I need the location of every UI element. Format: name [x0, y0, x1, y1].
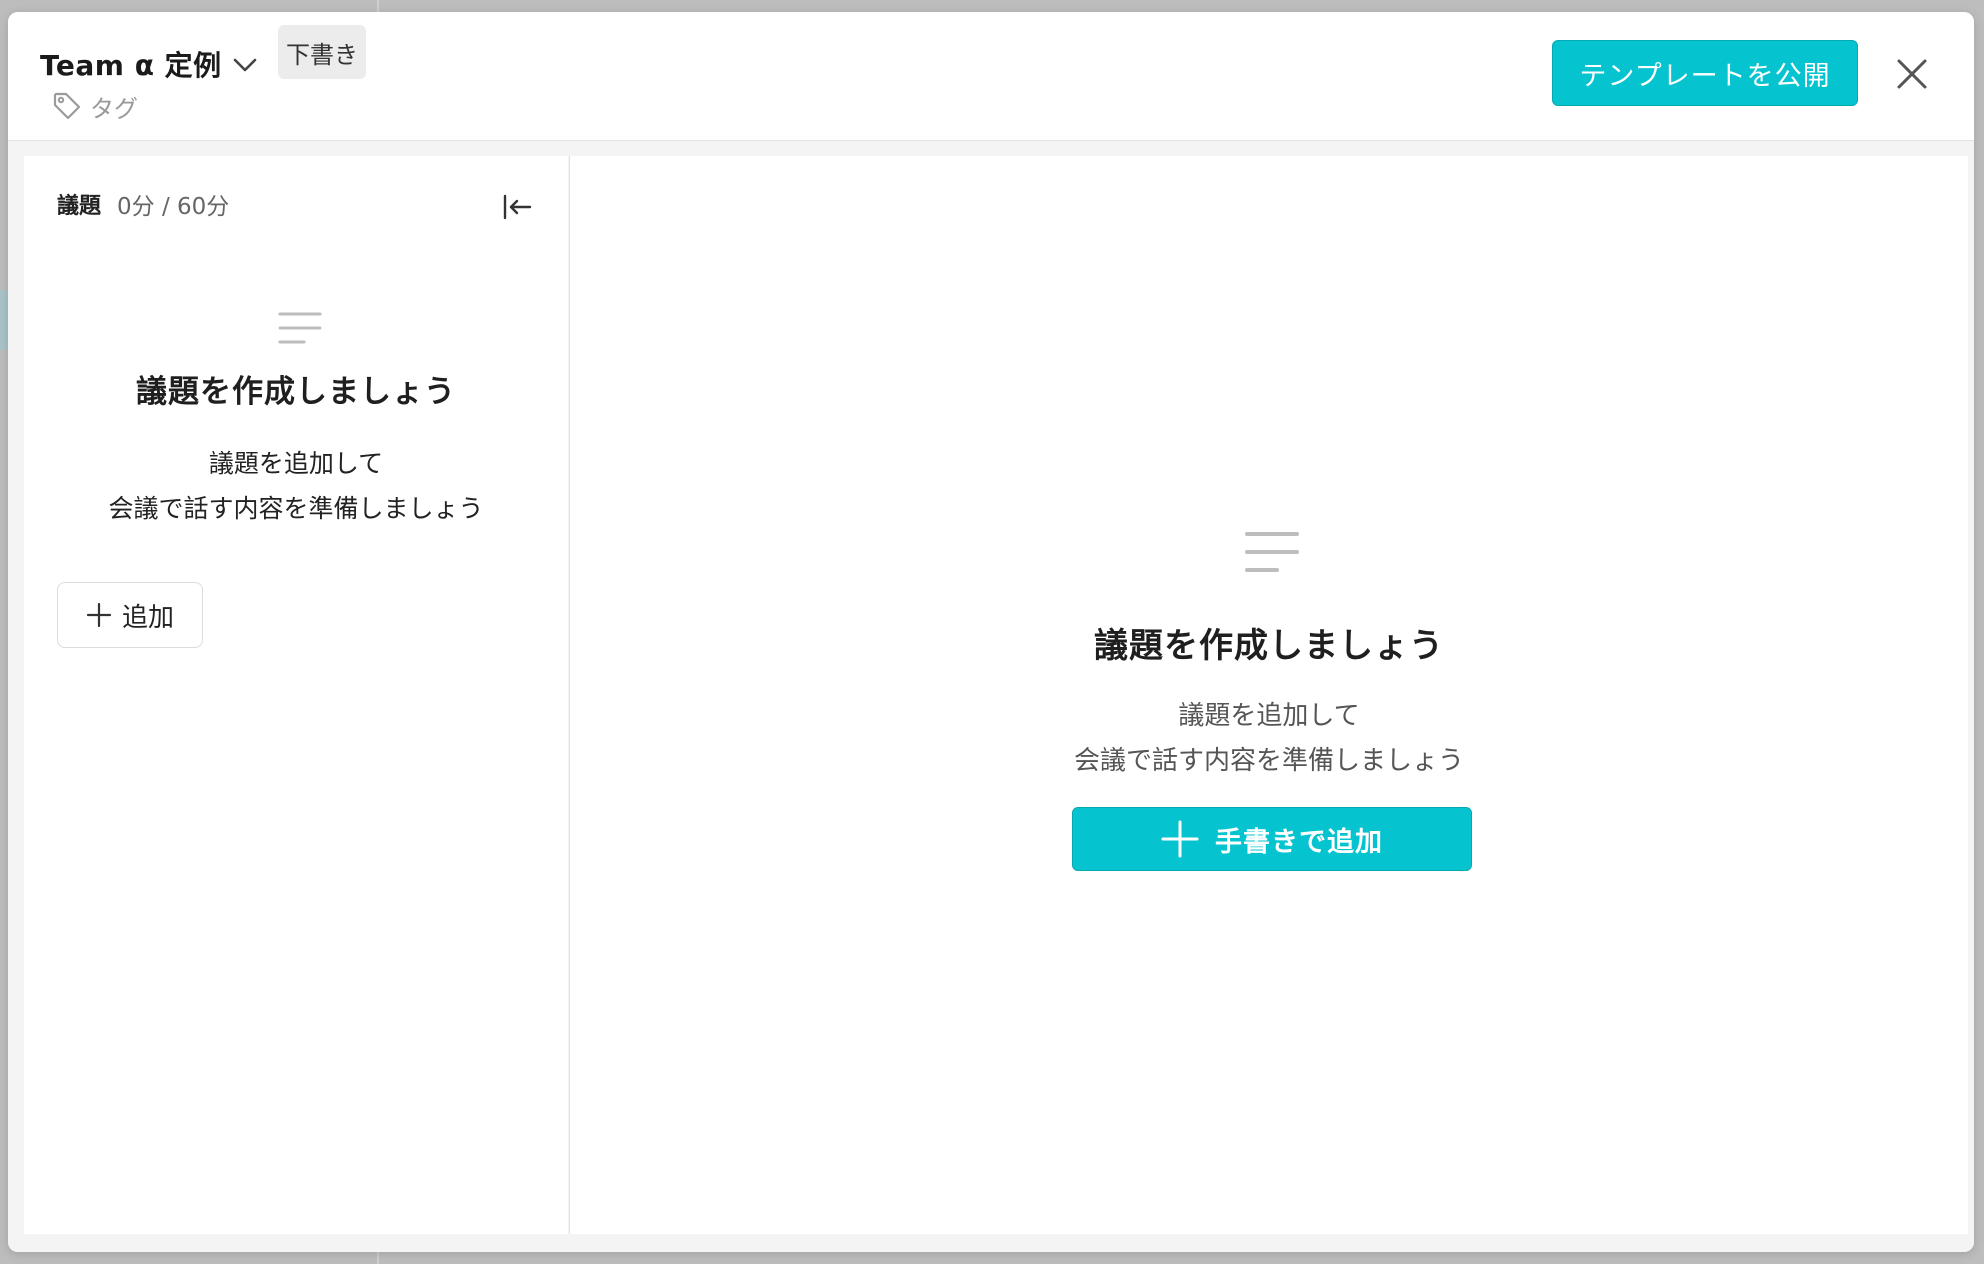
tag-icon: [53, 92, 81, 120]
total-time: 0分 / 60分: [117, 194, 230, 220]
collapse-left-icon[interactable]: [500, 190, 534, 224]
lines-icon: [1245, 532, 1299, 572]
template-editor-modal: Team α 定例 下書き タグ テンプレートを公開 議題 0分 / 60分 議…: [8, 12, 1974, 1252]
empty-state-description: 議題を追加して 会議で話す内容を準備しましょう: [570, 694, 1968, 784]
agenda-main-panel: 議題を作成しましょう 議題を追加して 会議で話す内容を準備しましょう 手書きで追…: [569, 156, 1968, 1234]
publish-template-button[interactable]: テンプレートを公開: [1552, 40, 1858, 106]
sidebar-header: 議題 0分 / 60分: [57, 186, 229, 222]
agenda-sidebar: 議題 0分 / 60分 議題を作成しましょう 議題を追加して 会議で話す内容を準…: [24, 156, 568, 1234]
lines-icon: [278, 312, 322, 344]
chevron-down-icon[interactable]: [228, 48, 262, 82]
empty-desc-line: 議題を追加して: [1178, 701, 1360, 731]
plus-icon: [86, 602, 112, 628]
add-label: 追加: [121, 602, 174, 633]
sidebar-title: 議題: [57, 194, 102, 219]
empty-desc-line: 会議で話す内容を準備しましょう: [108, 494, 484, 523]
background-strip: [0, 290, 8, 350]
modal-header: Team α 定例 下書き タグ テンプレートを公開: [8, 12, 1974, 141]
add-manually-label: 手書きで追加: [1215, 826, 1383, 858]
plus-icon: [1161, 820, 1199, 858]
add-manually-button[interactable]: 手書きで追加: [1072, 807, 1472, 871]
background-divider: [377, 0, 379, 12]
empty-desc-line: 会議で話す内容を準備しましょう: [1073, 746, 1464, 776]
tag-label: タグ: [90, 94, 138, 123]
tag-button[interactable]: タグ: [52, 88, 138, 124]
modal-body: 議題 0分 / 60分 議題を作成しましょう 議題を追加して 会議で話す内容を準…: [8, 141, 1974, 1252]
status-badge: 下書き: [278, 25, 366, 79]
empty-state-title: 議題を作成しましょう: [1094, 626, 1444, 666]
add-agenda-button[interactable]: 追加: [57, 582, 203, 648]
close-icon[interactable]: [1892, 54, 1932, 94]
empty-state-title: 議題を作成しましょう: [136, 374, 456, 410]
template-title[interactable]: Team α 定例: [40, 34, 222, 94]
empty-state-description: 議題を追加して 会議で話す内容を準備しましょう: [24, 441, 568, 531]
empty-desc-line: 議題を追加して: [208, 449, 384, 478]
